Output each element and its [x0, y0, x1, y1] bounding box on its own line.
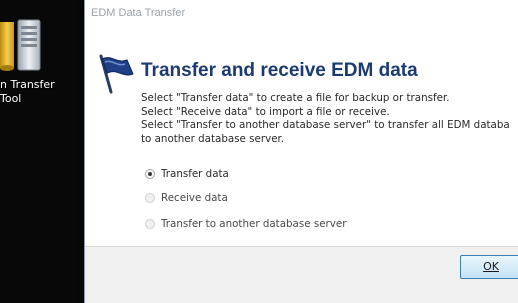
instructions-text: Select "Transfer data" to create a file … — [141, 92, 518, 146]
page-title: Transfer and receive EDM data — [141, 60, 418, 81]
flag-icon — [99, 54, 134, 94]
ok-button[interactable]: OK — [460, 255, 518, 279]
dialog-footer: OK — [85, 247, 518, 303]
instruction-line: Select "Transfer data" to create a file … — [141, 92, 450, 104]
radio-receive-data[interactable]: Receive data — [145, 192, 228, 204]
dialog-content: Transfer and receive EDM data Select "Tr… — [85, 28, 518, 246]
desktop-shortcut-label: n Transfer Tool — [0, 78, 55, 105]
instruction-line: to another database server. — [141, 132, 285, 145]
radio-receive-data-label: Receive data — [161, 192, 228, 204]
radio-transfer-to-server[interactable]: Transfer to another database server — [145, 218, 346, 230]
database-icon — [0, 19, 41, 71]
instruction-line: Select "Receive data" to import a file o… — [141, 105, 390, 118]
instruction-line: Select "Transfer to another database ser… — [141, 119, 510, 131]
radio-transfer-data[interactable]: Transfer data — [145, 168, 229, 180]
window-title: EDM Data Transfer — [91, 7, 186, 19]
radio-button[interactable] — [145, 193, 155, 203]
edm-data-transfer-dialog: EDM Data Transfer Transfer and receive E… — [84, 0, 518, 303]
radio-button-selected[interactable] — [145, 169, 155, 179]
radio-transfer-data-label: Transfer data — [161, 168, 229, 180]
radio-transfer-to-server-label: Transfer to another database server — [161, 218, 347, 230]
desktop-shortcut[interactable]: n Transfer Tool — [0, 12, 80, 122]
desktop: n Transfer Tool EDM Data Transfer Transf… — [0, 0, 518, 303]
title-bar[interactable]: EDM Data Transfer — [85, 0, 518, 28]
radio-button[interactable] — [145, 219, 155, 229]
